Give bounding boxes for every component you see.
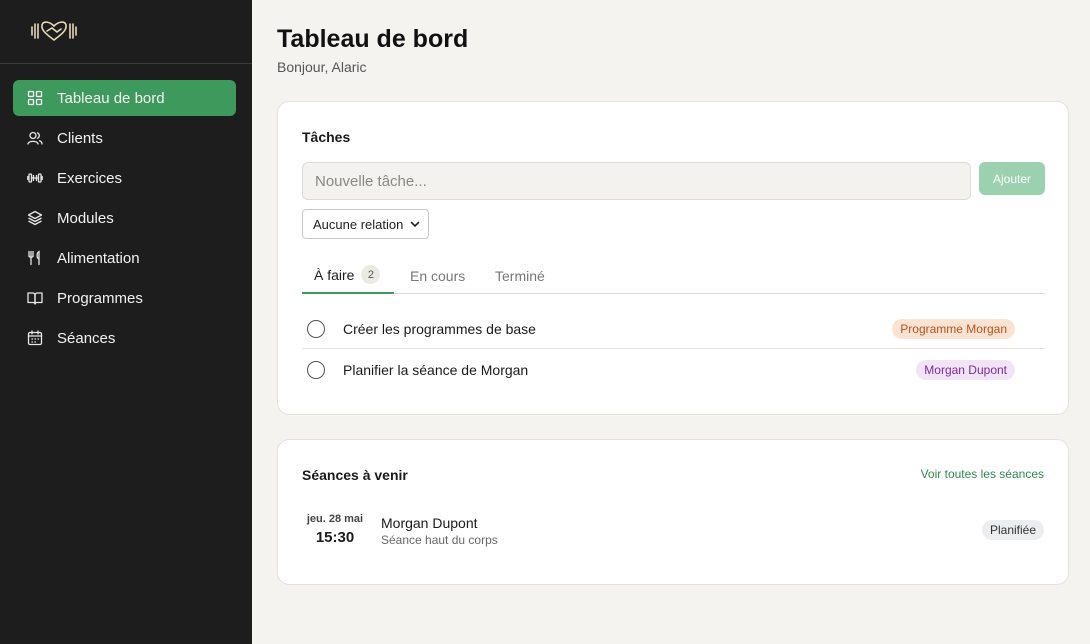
book-open-icon <box>27 290 43 306</box>
task-relation-badge[interactable]: Programme Morgan <box>892 318 1015 339</box>
page-title: Tableau de bord <box>277 25 469 53</box>
sidebar-item-exercises[interactable]: Exercices <box>13 160 236 196</box>
chevron-down-icon <box>410 217 420 232</box>
users-icon <box>27 130 43 146</box>
sidebar-item-label: Exercices <box>57 169 123 187</box>
new-task-input[interactable] <box>302 162 971 200</box>
view-all-sessions-link[interactable]: Voir toutes les séances <box>921 467 1044 481</box>
task-relation-badge[interactable]: Morgan Dupont <box>916 360 1015 380</box>
utensils-icon <box>27 250 43 266</box>
sidebar-item-modules[interactable]: Modules <box>13 200 236 236</box>
tasks-title: Tâches <box>302 129 351 145</box>
calendar-icon <box>27 330 43 346</box>
sidebar-item-label: Alimentation <box>57 249 140 267</box>
tab-done[interactable]: Terminé <box>495 257 545 294</box>
logo-icon[interactable] <box>30 18 78 44</box>
task-checkbox[interactable] <box>307 319 325 338</box>
sidebar-nav: Tableau de bord Clients Exercices Module… <box>13 80 236 360</box>
tab-label: Terminé <box>495 267 545 284</box>
task-row: Planifier la séance de Morgan Morgan Dup… <box>302 350 1045 390</box>
sidebar-item-dashboard[interactable]: Tableau de bord <box>13 80 236 116</box>
sidebar: Tableau de bord Clients Exercices Module… <box>0 0 252 644</box>
sidebar-item-programs[interactable]: Programmes <box>13 280 236 316</box>
sessions-title: Séances à venir <box>302 467 408 483</box>
session-time: 15:30 <box>315 529 355 546</box>
session-status-badge: Planifiée <box>981 520 1044 540</box>
tab-count-badge: 2 <box>361 265 381 284</box>
layers-icon <box>27 210 43 226</box>
tab-label: En cours <box>410 267 466 284</box>
sidebar-item-label: Programmes <box>57 289 143 307</box>
page-subtitle: Bonjour, Alaric <box>277 59 367 75</box>
tab-todo[interactable]: À faire 2 <box>302 257 394 294</box>
dumbbell-icon <box>27 170 43 186</box>
session-day: jeu. 28 mai <box>306 513 364 525</box>
upcoming-sessions-card: Séances à venir Voir toutes les séances … <box>277 439 1069 585</box>
sidebar-divider <box>0 63 252 64</box>
task-tabs: À faire 2 En cours Terminé <box>302 257 1045 294</box>
dashboard-grid-icon <box>27 90 43 106</box>
relation-select[interactable]: Aucune relation <box>302 209 429 239</box>
tab-label: À faire <box>314 266 355 283</box>
task-label: Planifier la séance de Morgan <box>343 362 529 378</box>
add-task-button[interactable]: Ajouter <box>979 162 1045 195</box>
task-checkbox[interactable] <box>307 361 325 379</box>
task-row: Créer les programmes de base Programme M… <box>302 309 1045 349</box>
sidebar-item-label: Tableau de bord <box>57 89 165 107</box>
task-label: Créer les programmes de base <box>343 320 536 337</box>
session-client-name[interactable]: Morgan Dupont <box>381 515 478 531</box>
sidebar-item-sessions[interactable]: Séances <box>13 320 236 356</box>
sidebar-item-label: Modules <box>57 209 114 227</box>
session-description: Séance haut du corps <box>381 533 498 547</box>
sidebar-item-label: Séances <box>57 329 116 347</box>
sidebar-item-clients[interactable]: Clients <box>13 120 236 156</box>
session-date: jeu. 28 mai 15:30 <box>302 513 368 546</box>
tab-in-progress[interactable]: En cours <box>410 257 465 294</box>
relation-select-value: Aucune relation <box>313 216 404 232</box>
tasks-card: Tâches Ajouter Aucune relation À faire 2… <box>277 101 1069 415</box>
sidebar-item-label: Clients <box>57 129 103 147</box>
sidebar-item-nutrition[interactable]: Alimentation <box>13 240 236 276</box>
